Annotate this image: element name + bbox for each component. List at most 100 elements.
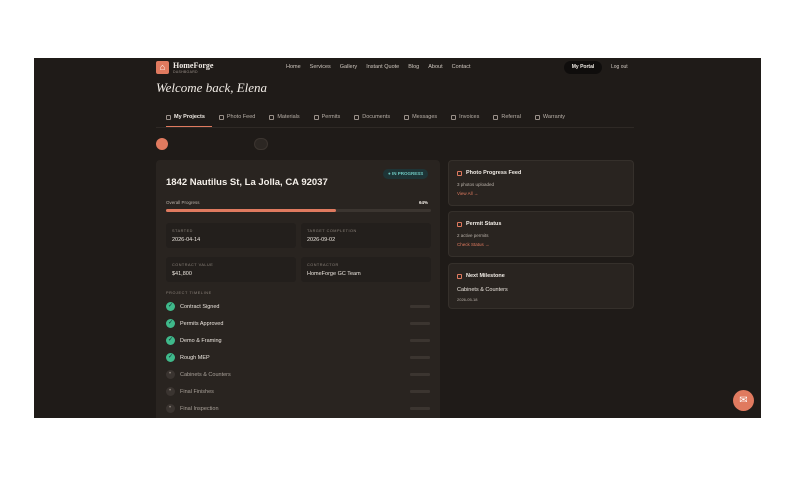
tab-referral[interactable]: Referral	[493, 114, 521, 120]
started-label: STARTED	[172, 229, 193, 233]
folder-icon	[166, 114, 171, 120]
brand-tagline: DASHBOARD	[173, 70, 198, 74]
target-value: 2026-09-02	[307, 237, 336, 243]
timeline-label: Permits Approved	[180, 321, 224, 327]
progress-bar	[166, 209, 431, 212]
tab-documents[interactable]: Documents	[354, 114, 390, 120]
calendar-icon	[457, 273, 462, 279]
my-portal-button[interactable]: My Portal	[564, 61, 602, 74]
timeline-date	[410, 373, 430, 376]
box-icon	[269, 114, 275, 120]
timeline-label: Rough MEP	[180, 355, 210, 361]
started-value: 2026-04-14	[172, 237, 201, 243]
timeline-item: Final Finishes	[166, 387, 431, 397]
timeline-label: Final Inspection	[180, 406, 219, 412]
brand-name[interactable]: HomeForge	[173, 61, 213, 70]
photo-feed-card[interactable]: Photo Progress Feed 3 photos uploaded Vi…	[448, 160, 634, 206]
target-box: TARGET COMPLETION 2026-09-02	[301, 223, 431, 248]
contract-value: $41,800	[172, 271, 192, 277]
timeline-label: Final Finishes	[180, 389, 214, 395]
shield-icon	[313, 114, 319, 120]
project-pill-active[interactable]	[156, 138, 168, 150]
top-nav: ⌂ HomeForge DASHBOARD Home Services Gall…	[34, 58, 761, 78]
share-icon	[493, 114, 499, 120]
status-text: IN PROGRESS	[391, 171, 424, 176]
progress-label: Overall Progress	[166, 200, 200, 205]
document-icon	[354, 114, 360, 120]
nav-link-gallery[interactable]: Gallery	[340, 64, 357, 70]
timeline-date	[410, 339, 430, 342]
next-milestone-card: Next Milestone Cabinets & Counters 2026-…	[448, 263, 634, 309]
view-all-link[interactable]: View All →	[457, 191, 478, 196]
message-icon	[404, 114, 410, 120]
tabs-divider	[156, 127, 634, 128]
timeline-item: Permits Approved	[166, 319, 431, 329]
tab-label: Referral	[501, 114, 521, 120]
contractor-label: CONTRACTOR	[307, 263, 339, 267]
progress-percent: 64%	[419, 200, 429, 205]
timeline-label: Contract Signed	[180, 304, 220, 310]
pending-dot-icon	[166, 387, 175, 396]
nav-links: Home Services Gallery Instant Quote Blog…	[286, 64, 471, 70]
check-icon	[166, 302, 175, 311]
tab-materials[interactable]: Materials	[269, 114, 300, 120]
tab-permits[interactable]: Permits	[313, 114, 341, 120]
logout-link[interactable]: Log out	[611, 64, 628, 70]
photo-count: 3 photos uploaded	[457, 182, 495, 187]
nav-link-blog[interactable]: Blog	[408, 64, 419, 70]
nav-link-contact[interactable]: Contact	[452, 64, 471, 70]
tab-invoices[interactable]: Invoices	[451, 114, 479, 120]
nav-link-services[interactable]: Services	[310, 64, 331, 70]
permit-count: 2 active permits	[457, 233, 489, 238]
contract-box: CONTRACT VALUE $41,800	[166, 257, 296, 282]
nav-link-home[interactable]: Home	[286, 64, 301, 70]
nav-link-about[interactable]: About	[428, 64, 442, 70]
tab-label: Documents	[362, 114, 391, 120]
check-status-link[interactable]: Check Status →	[457, 242, 490, 247]
tab-label: Invoices	[459, 114, 480, 120]
project-pill[interactable]	[254, 138, 268, 150]
timeline-item: Final Inspection	[166, 404, 431, 414]
pending-dot-icon	[166, 404, 175, 413]
started-box: STARTED 2026-04-14	[166, 223, 296, 248]
tab-label: Materials	[277, 114, 300, 120]
tab-messages[interactable]: Messages	[404, 114, 437, 120]
portal-app: ⌂ HomeForge DASHBOARD Home Services Gall…	[34, 58, 761, 418]
check-icon	[166, 319, 175, 328]
timeline-item: Rough MEP	[166, 353, 431, 363]
milestone-name: Cabinets & Counters	[457, 287, 508, 293]
timeline-label: Demo & Framing	[180, 338, 222, 344]
progress-fill	[166, 209, 336, 212]
tab-photo-feed[interactable]: Photo Feed	[218, 114, 255, 120]
image-icon	[218, 114, 224, 120]
pending-dot-icon	[166, 370, 175, 379]
card-title: Permit Status	[466, 221, 502, 227]
contract-label: CONTRACT VALUE	[172, 263, 214, 267]
target-label: TARGET COMPLETION	[307, 229, 357, 233]
tab-label: My Projects	[174, 114, 205, 120]
nav-link-quote[interactable]: Instant Quote	[366, 64, 399, 70]
status-badge: ● IN PROGRESS	[383, 169, 429, 179]
timeline-date	[410, 322, 430, 325]
check-icon	[166, 336, 175, 345]
timeline-date	[410, 390, 430, 393]
badge-icon	[534, 114, 540, 120]
logo-icon[interactable]: ⌂	[156, 61, 169, 74]
contractor-box: CONTRACTOR HomeForge GC Team	[301, 257, 431, 282]
tab-label: Warranty	[542, 114, 566, 120]
tab-label: Permits	[321, 114, 341, 120]
timeline-item: Cabinets & Counters	[166, 370, 431, 380]
permit-status-card[interactable]: Permit Status 2 active permits Check Sta…	[448, 211, 634, 257]
card-title: Photo Progress Feed	[466, 170, 522, 176]
timeline-date	[410, 305, 430, 308]
project-address: 1842 Nautilus St, La Jolla, CA 92037	[166, 177, 328, 188]
timeline-date	[410, 407, 430, 410]
contractor-value: HomeForge GC Team	[307, 271, 361, 277]
timeline-label: Cabinets & Counters	[180, 372, 231, 378]
welcome-heading: Welcome back, Elena	[156, 80, 268, 95]
check-icon	[166, 353, 175, 362]
tab-warranty[interactable]: Warranty	[534, 114, 566, 120]
chat-icon[interactable]: ✉	[733, 390, 754, 411]
timeline-item: Contract Signed	[166, 302, 431, 312]
tab-my-projects[interactable]: My Projects	[166, 114, 205, 120]
